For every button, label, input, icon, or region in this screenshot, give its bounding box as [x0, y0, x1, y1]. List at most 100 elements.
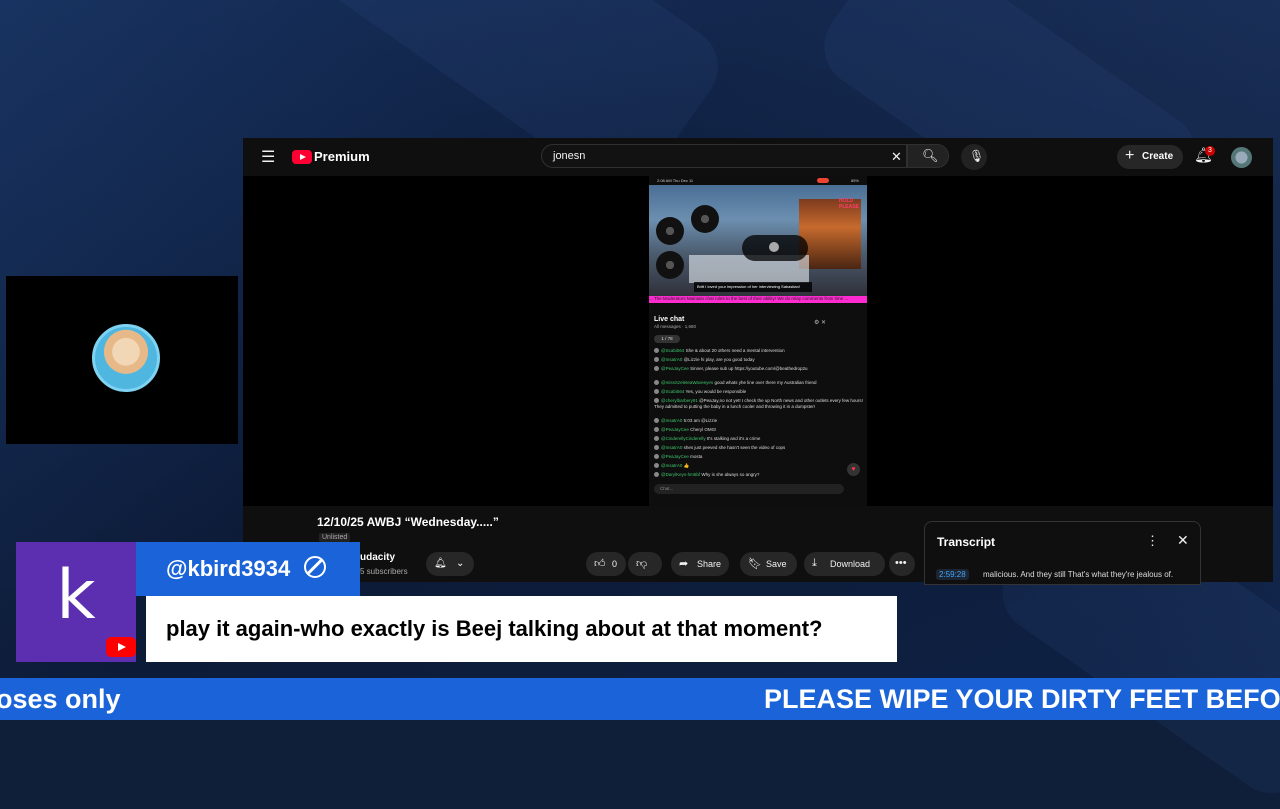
- microphone-icon: 🎙︎: [969, 149, 985, 163]
- subscription-bell-button[interactable]: 🔔︎ ⌄: [426, 552, 474, 576]
- download-label: Download: [830, 559, 871, 569]
- transcript-line[interactable]: malicious. And they still That's what th…: [983, 570, 1173, 579]
- chat-message: @CinderellyCinderelly It's stalking and …: [654, 436, 864, 442]
- live-chat-subtitle: All messages · 1,680: [654, 324, 697, 329]
- more-icon: •••: [895, 557, 907, 569]
- hold-please-badge: HOLD PLEASE: [839, 198, 860, 210]
- download-button[interactable]: ⤓ Download: [804, 552, 885, 576]
- chat-text: 5:03 am @Lizzie: [683, 418, 718, 423]
- like-button[interactable]: 👍︎ 0: [586, 552, 626, 576]
- chat-avatar: [654, 463, 659, 469]
- chat-message: @msatrA0 👍: [654, 463, 864, 469]
- scrolling-ticker: oses only PLEASE WIPE YOUR DIRTY FEET BE…: [0, 678, 1280, 720]
- youtube-window: ☰ Premium jonesn ✕ 🔍︎ 🎙︎ + Create 🔔︎ 3 2…: [243, 138, 1273, 582]
- youtube-logo-icon: [106, 637, 136, 657]
- avatar-letter: k: [56, 556, 96, 635]
- search-icon: 🔍︎: [922, 148, 939, 163]
- dislike-button[interactable]: 👎︎: [628, 552, 662, 576]
- share-label: Share: [697, 559, 722, 569]
- screen-recording: 2:08 AM Thu Dec 11 85% HOLD PLEASE Britt…: [649, 176, 867, 506]
- vinyl-record-icon: [691, 205, 719, 233]
- streamer-avatar: [92, 324, 160, 392]
- kebab-menu-icon[interactable]: ⋮: [1146, 534, 1159, 547]
- close-icon[interactable]: ✕: [891, 150, 902, 163]
- chat-avatar: [654, 472, 659, 478]
- chat-author: @msatrA0: [661, 463, 683, 468]
- search-button[interactable]: 🔍︎: [907, 144, 949, 168]
- chevron-down-icon: ⌄: [456, 558, 465, 569]
- create-button[interactable]: + Create: [1117, 145, 1183, 169]
- chat-text: 👍: [683, 463, 690, 468]
- comment-text: play it again-who exactly is Beej talkin…: [166, 616, 823, 641]
- chat-text: shes just peeved she hasn't seen the vid…: [683, 445, 786, 450]
- ticker-text: PLEASE WIPE YOUR DIRTY FEET BEFORE: [764, 684, 1280, 714]
- chat-text: Why is she always so angry?: [701, 472, 760, 477]
- chat-avatar: [654, 418, 659, 424]
- chat-message: @DarylKeys-hm5bf Why is she always so an…: [654, 472, 864, 478]
- chat-text: She & about 20 others need a mental inte…: [685, 348, 785, 353]
- channel-subscribers: 5 subscribers: [360, 567, 408, 576]
- vinyl-record-icon: [656, 251, 684, 279]
- chat-message: @Scabi564 Yes, you would be responsible: [654, 389, 864, 395]
- transcript-timestamp[interactable]: 2:59:28: [936, 569, 969, 580]
- commenter-name-bar: @kbird3934: [136, 542, 360, 596]
- phone-status-bar: 2:08 AM Thu Dec 11 85%: [649, 176, 867, 185]
- chat-avatar: [654, 357, 659, 363]
- search-query[interactable]: jonesn: [553, 150, 585, 162]
- chat-message: @Scabi564 She & about 20 others need a m…: [654, 348, 864, 354]
- featured-comment: play it again-who exactly is Beej talkin…: [146, 596, 897, 662]
- like-count: 0: [612, 559, 618, 569]
- transcript-title: Transcript: [937, 535, 996, 549]
- chat-avatar: [654, 348, 659, 354]
- play-overlay: [742, 235, 808, 261]
- chat-author: @DarylKeys-hm5bf: [661, 472, 701, 477]
- chat-avatar: [654, 436, 659, 442]
- account-avatar[interactable]: [1231, 147, 1252, 168]
- voice-search-button[interactable]: 🎙︎: [961, 144, 987, 170]
- chat-author: @Scabi564: [661, 389, 685, 394]
- chat-text: Cheryl OMG!: [690, 427, 717, 432]
- more-actions-button[interactable]: •••: [889, 552, 915, 576]
- vinyl-record-icon: [656, 217, 684, 245]
- video-player[interactable]: 2:08 AM Thu Dec 11 85% HOLD PLEASE Britt…: [243, 176, 1273, 506]
- youtube-brand[interactable]: Premium: [314, 149, 370, 164]
- chat-message: @PeaJayCee Cheryl OMG!: [654, 427, 864, 433]
- share-button[interactable]: ➦ Share: [671, 552, 729, 576]
- chat-author: @Scabi564: [661, 348, 685, 353]
- chat-avatar: [654, 380, 659, 386]
- chat-avatar: [654, 366, 659, 372]
- play-icon: [769, 242, 779, 252]
- chat-text: @Lizzie hi play, are you good today: [683, 357, 755, 362]
- bell-icon: 🔔︎: [434, 558, 447, 569]
- chat-author: @PeaJayCee: [661, 454, 689, 459]
- chat-pill: 1 / 78: [654, 335, 680, 343]
- video-title: 12/10/25 AWBJ “Wednesday.....”: [317, 515, 499, 529]
- commenter-username: @kbird3934: [166, 556, 291, 581]
- youtube-logo-icon[interactable]: [292, 150, 312, 164]
- visibility-badge: Unlisted: [319, 533, 351, 542]
- channel-name[interactable]: udacity: [360, 552, 395, 563]
- share-icon: ➦: [679, 558, 689, 570]
- chat-author: @CinderellyCinderelly: [661, 436, 706, 441]
- notification-badge: 3: [1205, 146, 1215, 156]
- chat-avatar: [654, 389, 659, 395]
- stream-ticker: ... The Moderators Maintain chat rules t…: [649, 296, 867, 303]
- chat-author: @PeaJayCee: [661, 427, 689, 432]
- chat-message: @cherylbarbery91 @PeaJay,no not yet! I c…: [654, 398, 864, 409]
- menu-icon[interactable]: ☰: [261, 150, 275, 166]
- chat-author: @cherylbarbery91: [661, 398, 698, 403]
- chat-author: @msatrA0: [661, 445, 683, 450]
- transcript-panel: Transcript ⋮ ✕ 2:59:28 malicious. And th…: [924, 521, 1201, 585]
- stream-caption: Britt I loved your impression of her int…: [694, 282, 812, 292]
- save-button[interactable]: 🔖︎ Save: [740, 552, 797, 576]
- live-chat-title: Live chat: [654, 316, 685, 323]
- chat-message: @msatrA0 5:03 am @Lizzie: [654, 418, 864, 424]
- chat-author: @PeaJayCee: [661, 366, 689, 371]
- close-icon[interactable]: ✕: [1177, 533, 1189, 547]
- heart-icon: ♥: [847, 463, 860, 476]
- bookmark-icon: 🔖︎: [748, 558, 762, 570]
- chat-input: Chat...: [654, 484, 844, 494]
- streamer-avatar-panel: [6, 276, 238, 444]
- thumbs-up-icon: 👍︎: [594, 558, 606, 570]
- search-input[interactable]: jonesn ✕: [541, 144, 907, 168]
